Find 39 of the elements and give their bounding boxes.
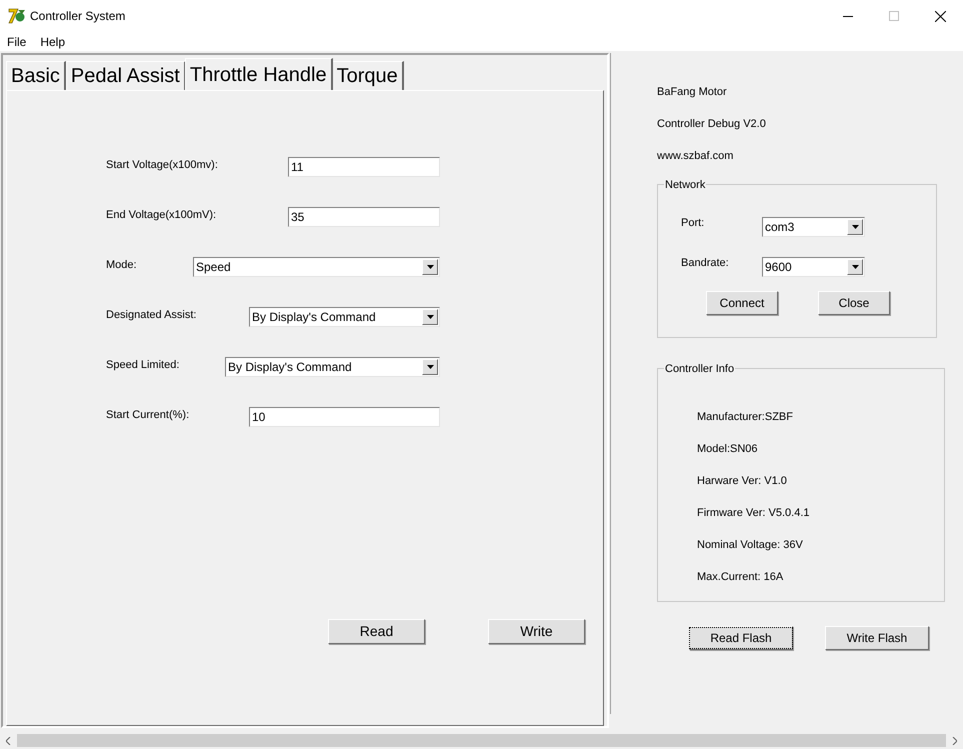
dropdown-field[interactable]: 9600 bbox=[762, 257, 865, 277]
field-label: Mode: bbox=[106, 259, 137, 271]
field-label: Bandrate: bbox=[681, 256, 730, 271]
info-text: Firmware Ver: V5.0.4.1 bbox=[697, 506, 810, 521]
field-label: Start Current(%): bbox=[106, 409, 190, 421]
tab[interactable]: Basic bbox=[6, 61, 66, 90]
dropdown-field[interactable]: com3 bbox=[762, 217, 865, 237]
tab[interactable]: Torque bbox=[332, 61, 404, 90]
info-text: Harware Ver: V1.0 bbox=[697, 474, 788, 489]
text-field[interactable]: 35 bbox=[288, 207, 440, 227]
dropdown-field[interactable]: Speed bbox=[193, 257, 440, 277]
push-button[interactable]: Connect bbox=[706, 291, 778, 315]
field-label: Start Voltage(x100mv): bbox=[106, 159, 218, 171]
field-label: Designated Assist: bbox=[106, 309, 196, 321]
menu-item[interactable]: File bbox=[2, 32, 32, 50]
push-button[interactable]: Write Flash bbox=[825, 626, 929, 650]
info-text: Nominal Voltage: 36V bbox=[697, 538, 804, 553]
info-text: Model:SN06 bbox=[697, 442, 759, 457]
push-button[interactable]: Write bbox=[488, 619, 585, 644]
text-field[interactable]: 10 bbox=[249, 407, 440, 427]
text-field[interactable]: 11 bbox=[288, 157, 440, 177]
menu-item[interactable]: Help bbox=[35, 32, 70, 50]
tab[interactable]: Throttle Handle bbox=[184, 58, 333, 90]
app-logo-icon bbox=[8, 8, 26, 24]
field-label: Port: bbox=[681, 216, 706, 231]
dropdown-field[interactable]: By Display's Command bbox=[225, 357, 440, 377]
field-label: Speed Limited: bbox=[106, 359, 180, 371]
info-text: Max.Current: 16A bbox=[697, 570, 784, 585]
dropdown-field[interactable]: By Display's Command bbox=[249, 307, 440, 327]
info-text: Manufacturer:SZBF bbox=[697, 410, 794, 425]
push-button[interactable]: Close bbox=[818, 291, 890, 315]
about-text: BaFang Motor bbox=[657, 85, 728, 100]
window-title: Controller System bbox=[30, 8, 126, 25]
tab[interactable]: Pedal Assist bbox=[66, 61, 186, 90]
push-button[interactable]: Read Flash bbox=[689, 626, 793, 650]
about-text: www.szbaf.com bbox=[657, 149, 734, 164]
push-button[interactable]: Read bbox=[328, 619, 425, 644]
about-text: Controller Debug V2.0 bbox=[657, 117, 767, 132]
field-label: End Voltage(x100mV): bbox=[106, 209, 216, 221]
